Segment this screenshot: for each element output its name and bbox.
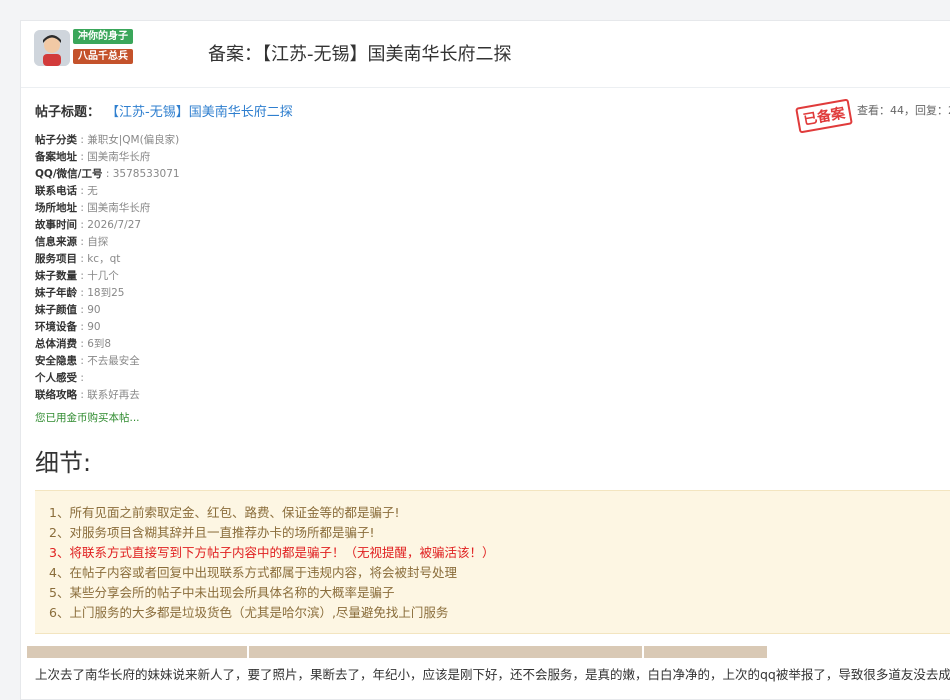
- info-field-value: 90: [87, 304, 101, 316]
- info-field-label: 安全隐患: [35, 355, 77, 367]
- info-field-row: 妹子年龄 : 18到25: [35, 285, 945, 302]
- photo-divider: [247, 646, 249, 658]
- info-field-value: 90: [87, 321, 101, 333]
- notice-item: 5、某些分享会所的帖子中未出现会所具体名称的大概率是骗子: [49, 585, 395, 600]
- info-field-row: 联络攻略 : 联系好再去: [35, 387, 945, 404]
- info-field-value: 2026/7/27: [87, 219, 142, 231]
- notice-item: 4、在帖子内容或者回复中出现联系方式都属于违规内容，将会被封号处理: [49, 565, 457, 580]
- info-field-row: 个人感受 :: [35, 370, 945, 387]
- info-field-value: 18到25: [87, 287, 125, 299]
- info-field-label: 服务项目: [35, 253, 77, 265]
- photo-divider: [642, 646, 644, 658]
- post-page: 冲你的身子 八品千总兵 备案：【江苏-无锡】国美南华长府二探 帖子标题： 【江苏…: [20, 20, 950, 700]
- info-field-separator: :: [77, 389, 88, 401]
- info-field-separator: :: [77, 219, 88, 231]
- info-field-value: 兼职女|QM(偏良家): [87, 134, 180, 146]
- info-field-row: 备案地址 : 国美南华长府: [35, 149, 945, 166]
- info-field-value: kc，qt: [87, 253, 121, 265]
- info-field-label: 妹子数量: [35, 270, 77, 282]
- info-field-value: 国美南华长府: [87, 202, 151, 214]
- info-field-list: 帖子分类 : 兼职女|QM(偏良家) 备案地址 : 国美南华长府 QQ/微信/工号 …: [35, 132, 945, 404]
- info-field-label: 备案地址: [35, 151, 77, 163]
- info-field-label: 总体消费: [35, 338, 77, 350]
- info-field-row: 服务项目 : kc，qt: [35, 251, 945, 268]
- info-field-label: 妹子年龄: [35, 287, 77, 299]
- info-field-separator: :: [77, 338, 88, 350]
- info-field-row: 环境设备 : 90: [35, 319, 945, 336]
- info-field-row: 安全隐患 : 不去最安全: [35, 353, 945, 370]
- photo-gallery-preview[interactable]: [27, 646, 767, 658]
- notice-item: 6、上门服务的大多都是垃圾货色（尤其是哈尔滨）,尽量避免找上门服务: [49, 605, 449, 620]
- info-field-label: 故事时间: [35, 219, 77, 231]
- avatar[interactable]: [34, 30, 70, 66]
- info-field-label: 信息来源: [35, 236, 77, 248]
- info-field-label: 联系电话: [35, 185, 77, 197]
- post-title-row: 帖子标题： 【江苏-无锡】国美南华长府二探 已备案 查看：44，回复：2: [21, 88, 950, 134]
- rank-badge-bottom: 八品千总兵: [73, 49, 133, 64]
- info-field-separator: :: [77, 321, 88, 333]
- warning-notice-box: 1、所有见面之前索取定金、红包、路费、保证金等的都是骗子! 2、对服务项目含糊其…: [35, 490, 950, 634]
- info-field-row: 信息来源 : 自探: [35, 234, 945, 251]
- info-field-separator: :: [77, 270, 88, 282]
- info-field-row: 妹子颜值 : 90: [35, 302, 945, 319]
- rank-badge-top: 冲你的身子: [73, 29, 133, 44]
- info-field-label: 妹子颜值: [35, 304, 77, 316]
- post-header: 冲你的身子 八品千总兵 备案：【江苏-无锡】国美南华长府二探: [21, 21, 950, 88]
- info-field-label: 场所地址: [35, 202, 77, 214]
- info-field-row: 妹子数量 : 十几个: [35, 268, 945, 285]
- info-field-value: 无: [87, 185, 98, 197]
- info-field-value: 联系好再去: [87, 389, 140, 401]
- info-field-separator: :: [77, 185, 88, 197]
- notice-item: 2、对服务项目含糊其辞并且一直推荐办卡的场所都是骗子!: [49, 525, 375, 540]
- info-field-separator: :: [77, 372, 84, 384]
- info-field-separator: :: [102, 168, 113, 180]
- notice-item: 1、所有见面之前索取定金、红包、路费、保证金等的都是骗子!: [49, 505, 400, 520]
- info-field-label: 个人感受: [35, 372, 77, 384]
- info-field-label: 帖子分类: [35, 134, 77, 146]
- post-title-label: 帖子标题：: [35, 105, 101, 120]
- info-field-value: 十几个: [87, 270, 119, 282]
- info-field-row: 场所地址 : 国美南华长府: [35, 200, 945, 217]
- post-content-text: 上次去了南华长府的妹妹说来新人了，要了照片，果断去了，年纪小，应该是刚下好，还不…: [35, 667, 950, 682]
- info-field-row: 总体消费 : 6到8: [35, 336, 945, 353]
- info-field-value: 3578533071: [112, 168, 180, 180]
- view-reply-stats: 查看：44，回复：2: [857, 104, 950, 117]
- info-field-row: QQ/微信/工号 : 3578533071: [35, 166, 945, 183]
- info-field-value: 6到8: [87, 338, 112, 350]
- user-avatar-icon: [34, 30, 70, 66]
- info-field-value: 不去最安全: [87, 355, 140, 367]
- info-field-row: 故事时间 : 2026/7/27: [35, 217, 945, 234]
- post-title-link[interactable]: 【江苏-无锡】国美南华长府二探: [106, 101, 293, 120]
- info-field-separator: :: [77, 202, 88, 214]
- info-field-separator: :: [77, 151, 88, 163]
- info-field-row: 联系电话 : 无: [35, 183, 945, 200]
- registered-stamp: 已备案: [795, 98, 853, 134]
- page-title: 备案：【江苏-无锡】国美南华长府二探: [208, 44, 512, 65]
- notice-item-warning: 3、将联系方式直接写到下方帖子内容中的都是骗子！（无视提醒，被骗活该！）: [49, 545, 495, 560]
- info-field-label: 联络攻略: [35, 389, 77, 401]
- info-field-row: 帖子分类 : 兼职女|QM(偏良家): [35, 132, 945, 149]
- post-body: 帖子分类 : 兼职女|QM(偏良家) 备案地址 : 国美南华长府 QQ/微信/工号 …: [21, 132, 950, 683]
- info-field-separator: :: [77, 287, 88, 299]
- info-field-separator: :: [77, 253, 88, 265]
- info-field-label: 环境设备: [35, 321, 77, 333]
- info-field-separator: :: [77, 304, 88, 316]
- info-field-separator: :: [77, 236, 88, 248]
- details-heading: 细节:: [35, 449, 92, 477]
- info-field-separator: :: [77, 355, 88, 367]
- info-field-value: 国美南华长府: [87, 151, 151, 163]
- info-field-label: QQ/微信/工号: [35, 168, 103, 180]
- info-field-separator: :: [77, 134, 88, 146]
- info-field-value: 自探: [87, 236, 109, 248]
- purchase-note[interactable]: 您已用金币购买本帖...: [35, 410, 945, 425]
